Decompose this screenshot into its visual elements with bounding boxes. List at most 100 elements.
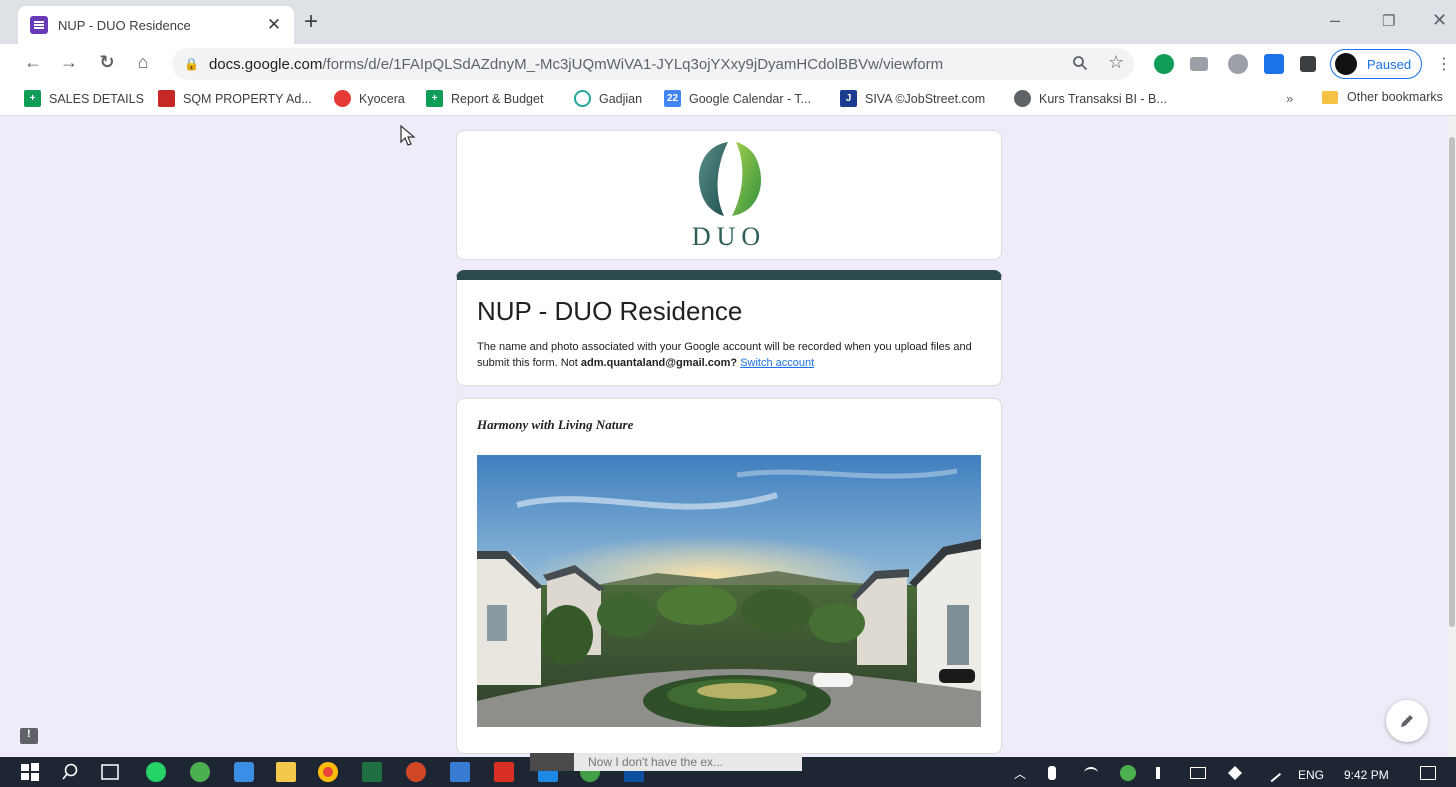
new-tab-button[interactable]: + [304, 10, 318, 34]
kyocera-icon [334, 90, 351, 107]
preview-thumbnail [530, 753, 574, 771]
form-title: NUP - DUO Residence [477, 296, 743, 326]
restore-button[interactable]: ❐ [1382, 12, 1395, 30]
battery-icon[interactable] [1190, 767, 1206, 779]
account-email: adm.quantaland@gmail.com? [580, 357, 738, 369]
bookmark-label: Google Calendar - T... [689, 91, 812, 106]
camera-extension-icon[interactable] [1190, 57, 1208, 71]
bookmark-item[interactable]: + Report & Budget [426, 90, 543, 107]
switch-account-link[interactable]: Switch account [740, 357, 814, 369]
language-indicator[interactable]: ENG [1298, 768, 1324, 782]
bookmarks-overflow-button[interactable]: » [1286, 91, 1293, 106]
action-center-icon[interactable] [1420, 766, 1436, 780]
sheets-icon: + [24, 90, 41, 107]
lock-icon: 🔒 [184, 57, 199, 71]
page-viewport: DUO NUP - DUO Residence The name and pho… [0, 117, 1448, 757]
pen-icon[interactable] [1262, 763, 1282, 783]
folder-icon [1322, 90, 1338, 104]
close-window-button[interactable]: ✕ [1432, 10, 1447, 31]
bookmark-item[interactable]: Gadjian [574, 90, 642, 107]
app-icon[interactable] [450, 762, 470, 782]
tray-chevron-up-icon[interactable]: ︿ [1014, 765, 1026, 782]
mouse-cursor-icon [400, 125, 416, 146]
other-bookmarks-folder[interactable]: Other bookmarks [1322, 90, 1443, 104]
excel-icon[interactable] [362, 762, 382, 782]
avatar [1335, 53, 1357, 75]
bookmark-item[interactable]: J SIVA ©JobStreet.com [840, 90, 985, 107]
browser-toolbar: ← → ↻ ⌂ 🔒 docs.google.com/forms/d/e/1FAI… [0, 44, 1456, 84]
bookmark-item[interactable]: Kyocera [334, 90, 405, 107]
gadjian-icon [574, 90, 591, 107]
url-path: /forms/d/e/1FAIpQLSdAZdnyM_-Mc3jUQmWiVA1… [322, 55, 944, 73]
bookmark-item[interactable]: + SALES DETAILS [24, 90, 144, 107]
bookmark-label: SIVA ©JobStreet.com [865, 91, 986, 106]
pencil-icon [1401, 715, 1413, 727]
globe-icon [1014, 90, 1031, 107]
taskbar-preview-popup[interactable]: Now I don't have the ex... [530, 753, 802, 771]
back-icon[interactable]: ← [22, 52, 44, 73]
forward-icon[interactable]: → [58, 52, 80, 73]
edit-pencil-button[interactable] [1386, 700, 1428, 742]
profile-button[interactable]: Paused [1330, 49, 1422, 79]
image-section-card: Harmony with Living Nature [456, 398, 1002, 754]
bookmarks-bar: + SALES DETAILS SQM PROPERTY Ad... Kyoce… [0, 84, 1456, 116]
wifi-icon[interactable] [1084, 767, 1098, 779]
form-description: The name and photo associated with your … [477, 339, 981, 371]
dropbox-icon[interactable] [1228, 766, 1242, 780]
screen-extension-icon[interactable] [1264, 54, 1284, 74]
bookmark-label: Kurs Transaksi BI - B... [1039, 91, 1167, 106]
sheets-icon: + [426, 90, 443, 107]
bookmark-label: Gadjian [599, 91, 643, 106]
acrobat-icon[interactable] [494, 762, 514, 782]
form-header-card: NUP - DUO Residence The name and photo a… [456, 270, 1002, 386]
bookmark-star-icon[interactable]: ☆ [1108, 52, 1124, 73]
task-view-icon[interactable] [100, 762, 120, 782]
file-explorer-icon[interactable] [276, 762, 296, 782]
profile-status: Paused [1367, 56, 1412, 72]
bookmark-label: SALES DETAILS [49, 91, 144, 106]
logo-text: DUO [691, 222, 767, 251]
sqm-icon [158, 90, 175, 107]
tab-strip: NUP - DUO Residence ✕ + – ❐ ✕ [0, 0, 1456, 44]
browser-menu-icon[interactable]: ⋮ [1436, 54, 1452, 74]
tab-title: NUP - DUO Residence [58, 17, 191, 33]
windows-start-icon[interactable] [20, 762, 40, 782]
wechat-icon[interactable] [190, 762, 210, 782]
other-bookmarks-label: Other bookmarks [1347, 90, 1443, 104]
url-host: docs.google.com [208, 55, 323, 73]
mail-icon[interactable] [234, 762, 254, 782]
calendar-icon: 22 [664, 90, 681, 107]
bookmark-label: Kyocera [359, 91, 405, 106]
duo-logo-icon [698, 142, 762, 216]
residence-rendering-image [477, 455, 981, 727]
bookmark-label: Report & Budget [451, 91, 544, 106]
chrome-icon[interactable] [318, 762, 338, 782]
image-section-title: Harmony with Living Nature [477, 417, 634, 432]
bookmark-item[interactable]: 22 Google Calendar - T... [664, 90, 811, 107]
home-icon[interactable]: ⌂ [132, 52, 154, 73]
tab-close-icon[interactable]: ✕ [264, 15, 284, 35]
bookmark-item[interactable]: Kurs Transaksi BI - B... [1014, 90, 1167, 107]
search-icon[interactable] [62, 762, 82, 782]
bookmark-item[interactable]: SQM PROPERTY Ad... [158, 90, 312, 107]
whatsapp-icon[interactable] [146, 762, 166, 782]
minimize-button[interactable]: – [1330, 10, 1340, 31]
tab-active[interactable]: NUP - DUO Residence ✕ [18, 6, 294, 44]
zoom-search-icon[interactable] [1072, 55, 1088, 76]
reload-icon[interactable]: ↻ [96, 52, 118, 73]
wechat-tray-icon[interactable] [1120, 765, 1136, 781]
powerpoint-icon[interactable] [406, 762, 426, 782]
feedback-icon[interactable] [20, 728, 38, 744]
microphone-icon[interactable] [1048, 766, 1056, 780]
address-bar[interactable]: 🔒 docs.google.com/forms/d/e/1FAIpQLSdAZd… [172, 48, 1134, 80]
extensions-puzzle-icon[interactable] [1300, 56, 1316, 72]
google-forms-icon [30, 16, 48, 34]
bookmark-label: SQM PROPERTY Ad... [183, 91, 312, 106]
jobstreet-icon: J [840, 90, 857, 107]
grammarly-extension-icon[interactable] [1154, 54, 1174, 74]
volume-icon[interactable] [1156, 767, 1170, 779]
clock-time[interactable]: 9:42 PM [1344, 768, 1389, 782]
page-scrollbar-thumb[interactable] [1449, 137, 1455, 627]
globe-extension-icon[interactable] [1228, 54, 1248, 74]
preview-text: Now I don't have the ex... [588, 755, 724, 769]
